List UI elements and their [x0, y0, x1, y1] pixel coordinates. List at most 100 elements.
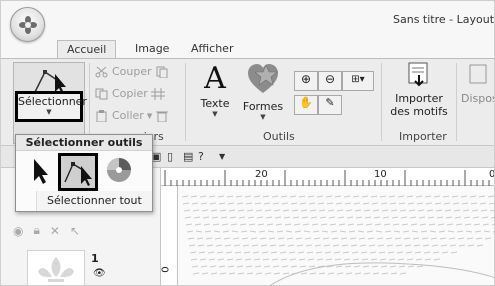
stitch-mark — [304, 237, 312, 240]
stitch-mark — [367, 237, 375, 240]
stitch-mark — [451, 195, 459, 198]
cut-button[interactable]: Couper — [95, 65, 169, 78]
stitch-mark — [242, 244, 250, 247]
stitch-mark — [457, 237, 465, 240]
import-icon — [408, 62, 428, 87]
stitch-mark — [184, 216, 192, 219]
stitch-mark — [357, 230, 365, 233]
stitch-mark — [358, 237, 366, 240]
delete-icon[interactable]: ✕ — [50, 224, 60, 238]
stitch-mark — [201, 272, 209, 275]
stitch-mark — [253, 258, 261, 261]
stitch-mark — [225, 251, 233, 254]
stitch-mark — [420, 230, 428, 233]
stitch-mark — [210, 209, 218, 212]
customize-chevron-icon[interactable]: ▼ — [219, 152, 225, 161]
copy-button[interactable]: Copier — [95, 87, 165, 100]
stitch-mark — [266, 223, 274, 226]
stitch-mark — [424, 195, 432, 198]
stitch-mark — [227, 202, 235, 205]
stitch-mark — [190, 195, 198, 198]
stitch-mark — [308, 265, 316, 268]
stitch-mark — [323, 244, 331, 247]
stitch-mark — [338, 223, 346, 226]
stitch-mark — [246, 272, 254, 275]
stitch-mark — [415, 195, 423, 198]
zoom-fit-button[interactable]: ⊞▾ — [342, 71, 374, 91]
stitch-mark — [390, 272, 398, 275]
heart-star-icon — [248, 64, 278, 93]
eye-icon[interactable]: ◉ — [13, 224, 23, 238]
stitch-mark — [359, 244, 367, 247]
stitch-mark — [272, 265, 280, 268]
point-select-tool-button[interactable] — [58, 153, 98, 191]
stitch-mark — [275, 223, 283, 226]
stitch-mark — [292, 216, 300, 219]
tab-accueil[interactable]: Accueil — [57, 40, 117, 60]
stitch-mark — [460, 195, 468, 198]
design-canvas[interactable] — [178, 186, 494, 285]
zoom-in-icon: ⊕ — [300, 72, 312, 86]
stitch-mark — [356, 223, 364, 226]
color-select-tool-button[interactable] — [102, 153, 136, 187]
stitch-mark — [389, 202, 397, 205]
stitch-mark — [334, 195, 342, 198]
lock-icon[interactable]: 🔒︎ — [33, 223, 39, 238]
stitch-mark — [339, 230, 347, 233]
stitch-mark — [416, 202, 424, 205]
stitch-mark — [448, 237, 456, 240]
stitch-mark — [261, 251, 269, 254]
stitch-mark — [386, 244, 394, 247]
stitch-mark — [427, 216, 435, 219]
stitch-mark — [226, 258, 234, 261]
layer-thumbnail[interactable] — [27, 250, 85, 285]
stitch-mark — [454, 216, 462, 219]
stitch-mark — [353, 202, 361, 205]
stitch-mark — [214, 237, 222, 240]
import-patterns-button[interactable]: Importer des motifs — [385, 61, 453, 118]
help-icon[interactable]: ? — [198, 150, 204, 163]
stitch-mark — [182, 202, 190, 205]
stitch-mark — [319, 216, 327, 219]
stitch-mark — [236, 202, 244, 205]
stitch-mark — [407, 202, 415, 205]
stitch-mark — [300, 209, 308, 212]
measure-button[interactable]: ✎ — [318, 95, 342, 115]
stitch-mark — [236, 265, 244, 268]
stitch-mark — [471, 209, 479, 212]
embroidery-design — [181, 195, 494, 285]
stitch-mark — [291, 209, 299, 212]
select-all-button[interactable]: Sélectionner tout — [36, 191, 152, 211]
text-button[interactable]: A Texte ▼ — [195, 61, 235, 118]
stitch-mark — [362, 265, 370, 268]
pan-button[interactable]: ✋ — [294, 95, 318, 115]
pointer-tool-button[interactable] — [22, 153, 56, 187]
select-tools-popup: Sélectionner outils Sélectionner tout — [15, 134, 153, 212]
stitch-mark — [344, 202, 352, 205]
tab-image[interactable]: Image — [125, 40, 179, 60]
stitch-mark — [476, 244, 484, 247]
paste-button[interactable]: Coller ▼ — [95, 109, 169, 122]
arrange-button[interactable]: Dispos — [459, 61, 494, 105]
stitch-mark — [262, 195, 270, 198]
hand-icon: ✋ — [299, 96, 313, 109]
zoom-in-button[interactable]: ⊕ — [294, 71, 318, 91]
stitch-mark — [263, 202, 271, 205]
stitch-mark — [428, 223, 436, 226]
stitch-mark — [445, 216, 453, 219]
shapes-button[interactable]: Formes ▼ — [239, 61, 287, 121]
zoom-out-button[interactable]: ⊖ — [318, 71, 342, 91]
application-menu-button[interactable] — [10, 7, 45, 42]
eye-icon[interactable]: 👁︎ — [93, 268, 106, 279]
stitch-mark — [288, 251, 296, 254]
arrow-icon[interactable]: ↖ — [70, 224, 80, 238]
tab-afficher[interactable]: Afficher — [181, 40, 243, 60]
layers-icon[interactable]: ▤ — [183, 150, 193, 163]
stitch-mark — [280, 258, 288, 261]
stitch-mark — [237, 272, 245, 275]
stitch-mark — [289, 195, 297, 198]
select-dropdown-button[interactable]: Sélectionner ▼ — [15, 91, 87, 122]
stitch-mark — [414, 251, 422, 254]
stitch-mark — [470, 202, 478, 205]
page-icon[interactable]: ▯ — [167, 150, 173, 163]
